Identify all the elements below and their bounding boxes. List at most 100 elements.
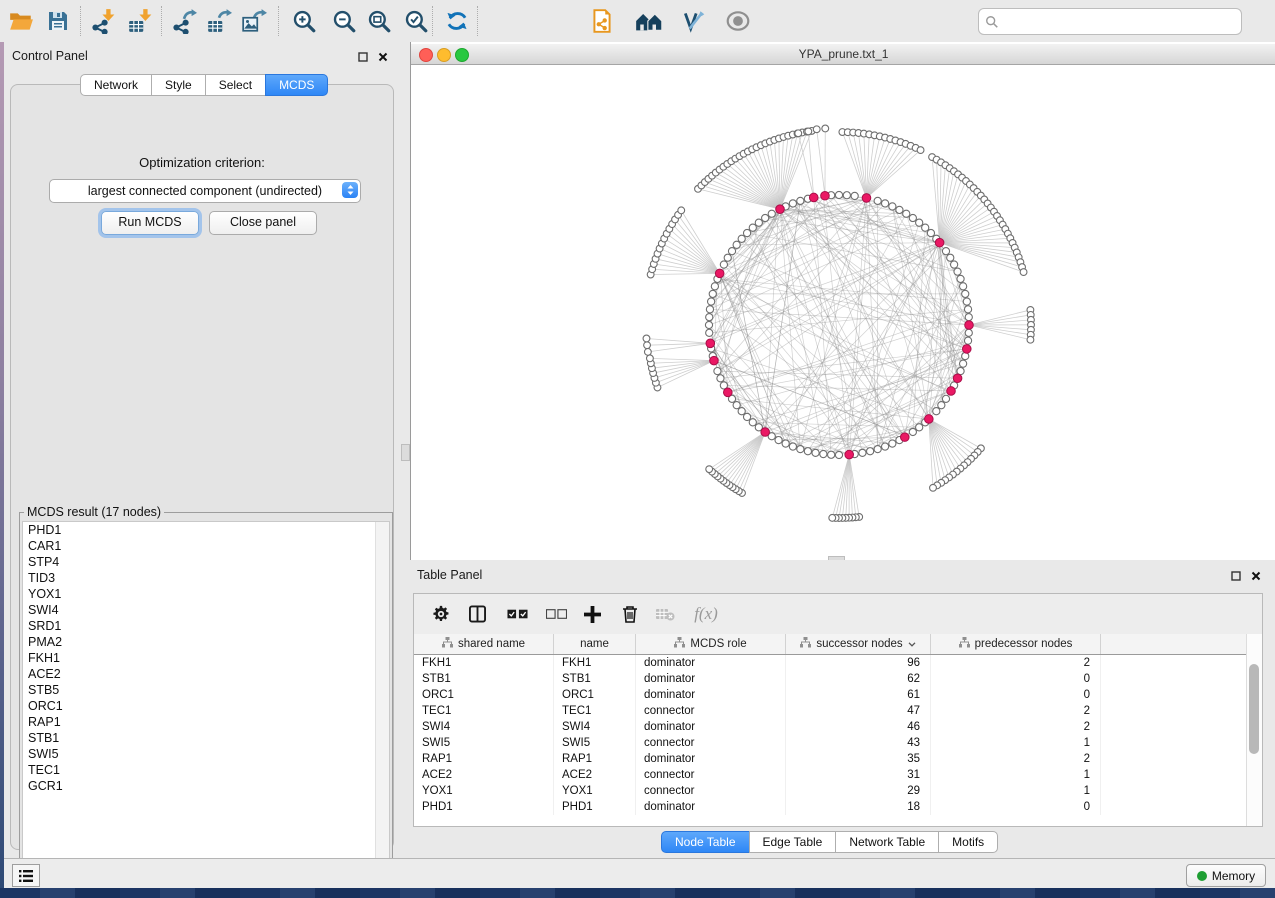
table-row[interactable]: PHD1PHD1dominator180 [414, 799, 1247, 815]
graph-node[interactable] [874, 197, 881, 204]
tab-network-table[interactable]: Network Table [835, 831, 939, 853]
mcds-result-item[interactable]: ORC1 [23, 698, 389, 714]
graph-node[interactable] [743, 413, 750, 420]
mcds-hub-node[interactable] [715, 269, 724, 278]
mcds-hub-node[interactable] [761, 428, 770, 437]
mcds-hub-node[interactable] [706, 339, 715, 348]
graph-node[interactable] [916, 219, 923, 226]
graph-node[interactable] [889, 440, 896, 447]
delete-column-icon[interactable] [615, 594, 645, 634]
graph-node[interactable] [960, 360, 967, 367]
criterion-select[interactable]: largest connected component (undirected) [49, 179, 361, 203]
share-document-icon[interactable] [585, 4, 619, 38]
graph-node[interactable] [881, 200, 888, 207]
graph-node[interactable] [717, 375, 724, 382]
column-header-MCDS-role[interactable]: MCDS role [636, 634, 786, 654]
leaf-node[interactable] [805, 128, 812, 135]
table-cell[interactable]: 29 [786, 783, 931, 799]
graph-node[interactable] [957, 275, 964, 282]
table-cell[interactable]: dominator [636, 655, 786, 671]
table-cell[interactable]: SWI5 [554, 735, 636, 751]
table-row[interactable]: STB1STB1dominator620 [414, 671, 1247, 687]
save-session-icon[interactable] [41, 4, 75, 38]
mcds-hub-node[interactable] [925, 415, 934, 424]
search-input[interactable] [999, 13, 1241, 31]
graph-node[interactable] [728, 248, 735, 255]
graph-node[interactable] [896, 206, 903, 213]
float-window-icon[interactable] [1229, 569, 1243, 582]
mcds-result-item[interactable]: SWI5 [23, 746, 389, 762]
graph-node[interactable] [874, 446, 881, 453]
leaf-node[interactable] [813, 126, 820, 133]
graph-node[interactable] [762, 214, 769, 221]
graph-node[interactable] [942, 248, 949, 255]
graph-node[interactable] [714, 367, 721, 374]
mcds-hub-node[interactable] [900, 433, 909, 442]
table-cell[interactable]: 47 [786, 703, 931, 719]
open-recent-session-icon[interactable] [632, 4, 666, 38]
open-file-icon[interactable] [4, 4, 38, 38]
table-cell[interactable]: SWI4 [414, 719, 554, 735]
table-settings-gear-icon[interactable] [426, 594, 456, 634]
zoom-selected-icon[interactable] [399, 4, 433, 38]
table-cell[interactable]: connector [636, 735, 786, 751]
mcds-result-item[interactable]: PHD1 [23, 522, 389, 538]
graph-node[interactable] [922, 224, 929, 231]
table-row[interactable]: RAP1RAP1dominator352 [414, 751, 1247, 767]
table-cell[interactable]: FKH1 [414, 655, 554, 671]
graph-node[interactable] [706, 329, 713, 336]
apply-layout-icon[interactable] [440, 4, 474, 38]
graph-node[interactable] [843, 192, 850, 199]
close-panel-icon[interactable] [376, 50, 390, 63]
graph-node[interactable] [938, 402, 945, 409]
table-row[interactable]: FKH1FKH1dominator962 [414, 655, 1247, 671]
run-mcds-button[interactable]: Run MCDS [101, 211, 199, 235]
table-cell[interactable]: TEC1 [554, 703, 636, 719]
mcds-result-item[interactable]: TEC1 [23, 762, 389, 778]
graph-node[interactable] [768, 210, 775, 217]
mcds-hub-node[interactable] [947, 387, 956, 396]
table-cell[interactable]: 2 [931, 719, 1101, 735]
graph-node[interactable] [789, 200, 796, 207]
graph-node[interactable] [804, 448, 811, 455]
split-handle[interactable] [401, 444, 410, 461]
mcds-result-item[interactable]: CAR1 [23, 538, 389, 554]
graph-node[interactable] [749, 419, 756, 426]
tab-motifs[interactable]: Motifs [938, 831, 998, 853]
graph-node[interactable] [851, 192, 858, 199]
table-cell[interactable]: RAP1 [554, 751, 636, 767]
leaf-node[interactable] [706, 466, 713, 473]
graph-node[interactable] [909, 214, 916, 221]
graph-node[interactable] [720, 261, 727, 268]
column-header-name[interactable]: name [554, 634, 636, 654]
graph-node[interactable] [711, 283, 718, 290]
graph-node[interactable] [755, 219, 762, 226]
tab-select[interactable]: Select [205, 74, 266, 96]
mcds-result-item[interactable]: STB1 [23, 730, 389, 746]
mcds-hub-node[interactable] [809, 193, 818, 202]
table-cell[interactable]: SWI4 [554, 719, 636, 735]
table-row[interactable]: SWI5SWI5connector431 [414, 735, 1247, 751]
table-row[interactable]: ORC1ORC1dominator610 [414, 687, 1247, 703]
table-cell[interactable]: YOX1 [414, 783, 554, 799]
table-cell[interactable]: 0 [931, 687, 1101, 703]
mcds-hub-node[interactable] [962, 345, 971, 354]
graph-node[interactable] [775, 437, 782, 444]
table-cell[interactable]: connector [636, 783, 786, 799]
graph-node[interactable] [706, 306, 713, 313]
table-cell[interactable]: dominator [636, 687, 786, 703]
add-column-icon[interactable] [577, 594, 607, 634]
mcds-result-item[interactable]: STB5 [23, 682, 389, 698]
mcds-result-item[interactable]: FKH1 [23, 650, 389, 666]
mcds-hub-node[interactable] [935, 238, 944, 247]
table-cell[interactable]: dominator [636, 671, 786, 687]
table-cell[interactable]: dominator [636, 799, 786, 815]
mcds-hub-node[interactable] [724, 388, 733, 397]
tab-node-table[interactable]: Node Table [661, 831, 750, 853]
zoom-out-icon[interactable] [327, 4, 361, 38]
graph-node[interactable] [903, 210, 910, 217]
zoom-in-icon[interactable] [287, 4, 321, 38]
leaf-node[interactable] [1020, 269, 1027, 276]
leaf-node[interactable] [643, 335, 650, 342]
graph-node[interactable] [960, 283, 967, 290]
